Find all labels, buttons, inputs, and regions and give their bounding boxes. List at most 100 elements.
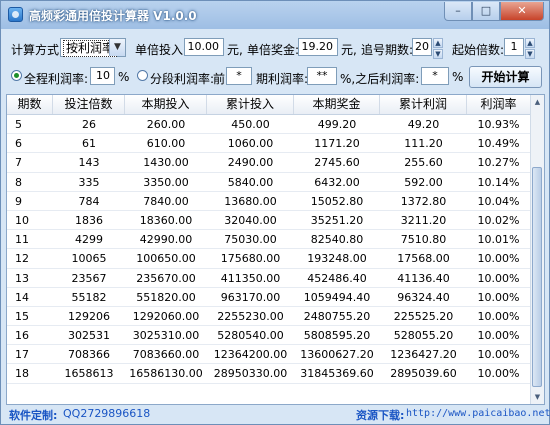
table-row[interactable]: 13 23567 235670.00 411350.00 452486.40 41136.… bbox=[7, 269, 530, 288]
cell-period: 13 bbox=[15, 271, 29, 285]
table-row[interactable]: 6 61 610.00 1060.00 1171.20 111.20 10.49% bbox=[7, 134, 530, 154]
cell-period: 6 bbox=[15, 137, 22, 151]
cell-period: 7 bbox=[15, 156, 22, 170]
close-button[interactable]: ✕ bbox=[500, 2, 544, 21]
cell-total-profit: 1372.80 bbox=[400, 194, 447, 208]
table-row[interactable]: 8 335 3350.00 5840.00 6432.00 592.00 10.14% bbox=[7, 173, 530, 192]
col-header-period[interactable]: 期数 bbox=[7, 95, 53, 114]
cell-period: 17 bbox=[15, 348, 29, 362]
cell-multiple: 10065 bbox=[71, 252, 107, 266]
segment-rate-input[interactable]: ** bbox=[307, 67, 337, 85]
unit-prize-input[interactable]: 19.20 bbox=[298, 38, 338, 56]
segment-front-label: 前 bbox=[213, 72, 226, 86]
table-row[interactable]: 5 26 260.00 450.00 499.20 49.20 10.93% bbox=[7, 115, 530, 135]
cell-prize: 1059494.40 bbox=[303, 290, 371, 304]
table-row[interactable]: 14 55182 551820.00 963170.00 1059494.40 96324… bbox=[7, 288, 530, 307]
col-header-prize[interactable]: 本期奖金 bbox=[294, 95, 380, 114]
settings-row-1: 计算方式: 按利润率 ▼ 单倍投入: 10.00 元, 单倍奖金: 19.20 … bbox=[1, 37, 549, 59]
start-mult-input[interactable]: 1 bbox=[504, 38, 524, 56]
col-header-bet[interactable]: 本期投入 bbox=[125, 95, 207, 114]
cell-total-bet: 963170.00 bbox=[220, 290, 281, 304]
cell-total-profit: 528055.20 bbox=[393, 329, 454, 343]
unit-prize-label: 单倍奖金: bbox=[247, 43, 300, 57]
cell-multiple: 4299 bbox=[75, 233, 103, 247]
cell-period: 11 bbox=[15, 233, 29, 247]
vertical-scrollbar[interactable]: ▲ ▼ bbox=[530, 95, 544, 404]
custom-label: 软件定制: bbox=[9, 409, 58, 422]
cell-total-bet: 5280540.00 bbox=[217, 329, 284, 343]
table-row[interactable]: 11 4299 42990.00 75030.00 82540.80 7510.80 10.… bbox=[7, 230, 530, 250]
table-row[interactable]: 9 784 7840.00 13680.00 15052.80 1372.80 10.04% bbox=[7, 192, 530, 211]
cell-period: 12 bbox=[15, 252, 29, 266]
after-rate-label: %,之后利润率: bbox=[340, 72, 420, 86]
col-header-total-profit[interactable]: 累计利润 bbox=[380, 95, 467, 114]
cell-period: 14 bbox=[15, 290, 29, 304]
chevron-down-icon[interactable]: ▼ bbox=[109, 39, 125, 56]
cell-prize: 2480755.20 bbox=[303, 309, 371, 323]
title-bar[interactable]: 高频彩通用倍投计算器 V1.0.0 – □ ✕ bbox=[1, 1, 549, 29]
table-row[interactable]: 16 302531 3025310.00 5280540.00 5808595.20 52… bbox=[7, 326, 530, 346]
cell-prize: 499.20 bbox=[317, 118, 357, 131]
cell-total-bet: 28950330.00 bbox=[213, 367, 288, 381]
full-profit-label: 全程利润率: bbox=[24, 72, 89, 86]
unit-bet-label: 单倍投入: bbox=[135, 43, 188, 57]
start-calc-button[interactable]: 开始计算 bbox=[469, 66, 542, 88]
cell-multiple: 129206 bbox=[68, 309, 110, 323]
cell-total-profit: 255.60 bbox=[404, 156, 443, 170]
scroll-thumb[interactable] bbox=[532, 167, 542, 387]
cell-total-bet: 2490.00 bbox=[227, 156, 274, 170]
cell-profit-rate: 10.02% bbox=[477, 213, 520, 227]
full-profit-input[interactable]: 10 bbox=[90, 67, 115, 85]
custom-qq[interactable]: QQ2729896618 bbox=[63, 407, 150, 420]
table-row[interactable]: 15 129206 1292060.00 2255230.00 2480755.20 22… bbox=[7, 307, 530, 327]
full-profit-radio[interactable] bbox=[11, 70, 22, 81]
segment-front-input[interactable]: * bbox=[226, 67, 252, 85]
cell-total-profit: 225525.20 bbox=[393, 309, 454, 323]
col-header-profit-rate[interactable]: 利润率 bbox=[467, 95, 530, 114]
segment-profit-label: 分段利润率: bbox=[150, 72, 215, 86]
cell-period: 16 bbox=[15, 329, 29, 343]
cell-multiple: 143 bbox=[78, 156, 100, 170]
calc-mode-select[interactable]: 按利润率 ▼ bbox=[60, 38, 126, 57]
table-row[interactable]: 7 143 1430.00 2490.00 2745.60 255.60 10.27% bbox=[7, 153, 530, 173]
periods-spin-arrows-icon[interactable]: ▲ ▼ bbox=[433, 38, 443, 59]
cell-prize: 5808595.20 bbox=[303, 329, 371, 343]
cell-profit-rate: 10.14% bbox=[477, 175, 520, 189]
periods-input[interactable]: 20 bbox=[412, 38, 432, 56]
full-profit-percent: % bbox=[118, 70, 130, 84]
cell-total-profit: 17568.00 bbox=[397, 252, 450, 266]
cell-profit-rate: 10.04% bbox=[477, 194, 520, 208]
unit-bet-unit: 元, bbox=[227, 43, 243, 57]
table-row[interactable]: 10 1836 18360.00 32040.00 35251.20 3211.20 10.… bbox=[7, 211, 530, 231]
table-row[interactable]: 12 10065 100650.00 175680.00 193248.00 17568.… bbox=[7, 249, 530, 269]
table-row[interactable]: 18 1658613 16586130.00 28950330.00 31845369.… bbox=[7, 364, 530, 384]
minimize-button[interactable]: – bbox=[444, 2, 472, 21]
cell-total-bet: 175680.00 bbox=[220, 252, 281, 266]
scroll-down-icon[interactable]: ▼ bbox=[531, 390, 544, 404]
maximize-button[interactable]: □ bbox=[472, 2, 500, 21]
table-row[interactable]: 17 708366 7083660.00 12364200.00 13600627.20… bbox=[7, 345, 530, 365]
download-link[interactable]: http://www.paicaibao.net bbox=[406, 408, 550, 419]
cell-bet: 7083660.00 bbox=[132, 348, 200, 362]
cell-multiple: 23567 bbox=[71, 271, 107, 285]
start-mult-spin-arrows-icon[interactable]: ▲ ▼ bbox=[525, 38, 535, 59]
after-rate-input[interactable]: * bbox=[421, 67, 449, 85]
download-label: 资源下载: bbox=[356, 409, 405, 422]
col-header-total-bet[interactable]: 累计投入 bbox=[207, 95, 294, 114]
col-header-multiple[interactable]: 投注倍数 bbox=[53, 95, 125, 114]
results-table[interactable]: 期数 投注倍数 本期投入 累计投入 本期奖金 累计利润 利润率 5 26 260.0… bbox=[6, 94, 545, 405]
cell-total-profit: 592.00 bbox=[404, 175, 443, 189]
segment-profit-radio[interactable] bbox=[137, 70, 148, 81]
scroll-up-icon[interactable]: ▲ bbox=[531, 95, 544, 109]
cell-period: 15 bbox=[15, 309, 29, 323]
cell-prize: 2745.60 bbox=[314, 156, 360, 170]
cell-prize: 13600627.20 bbox=[300, 348, 374, 362]
cell-period: 9 bbox=[15, 194, 22, 208]
cell-multiple: 26 bbox=[82, 118, 96, 131]
cell-profit-rate: 10.00% bbox=[477, 271, 520, 285]
unit-bet-input[interactable]: 10.00 bbox=[184, 38, 224, 56]
cell-prize: 82540.80 bbox=[310, 233, 364, 247]
cell-bet: 235670.00 bbox=[136, 271, 196, 285]
cell-bet: 1430.00 bbox=[143, 156, 189, 170]
cell-profit-rate: 10.27% bbox=[477, 156, 520, 170]
